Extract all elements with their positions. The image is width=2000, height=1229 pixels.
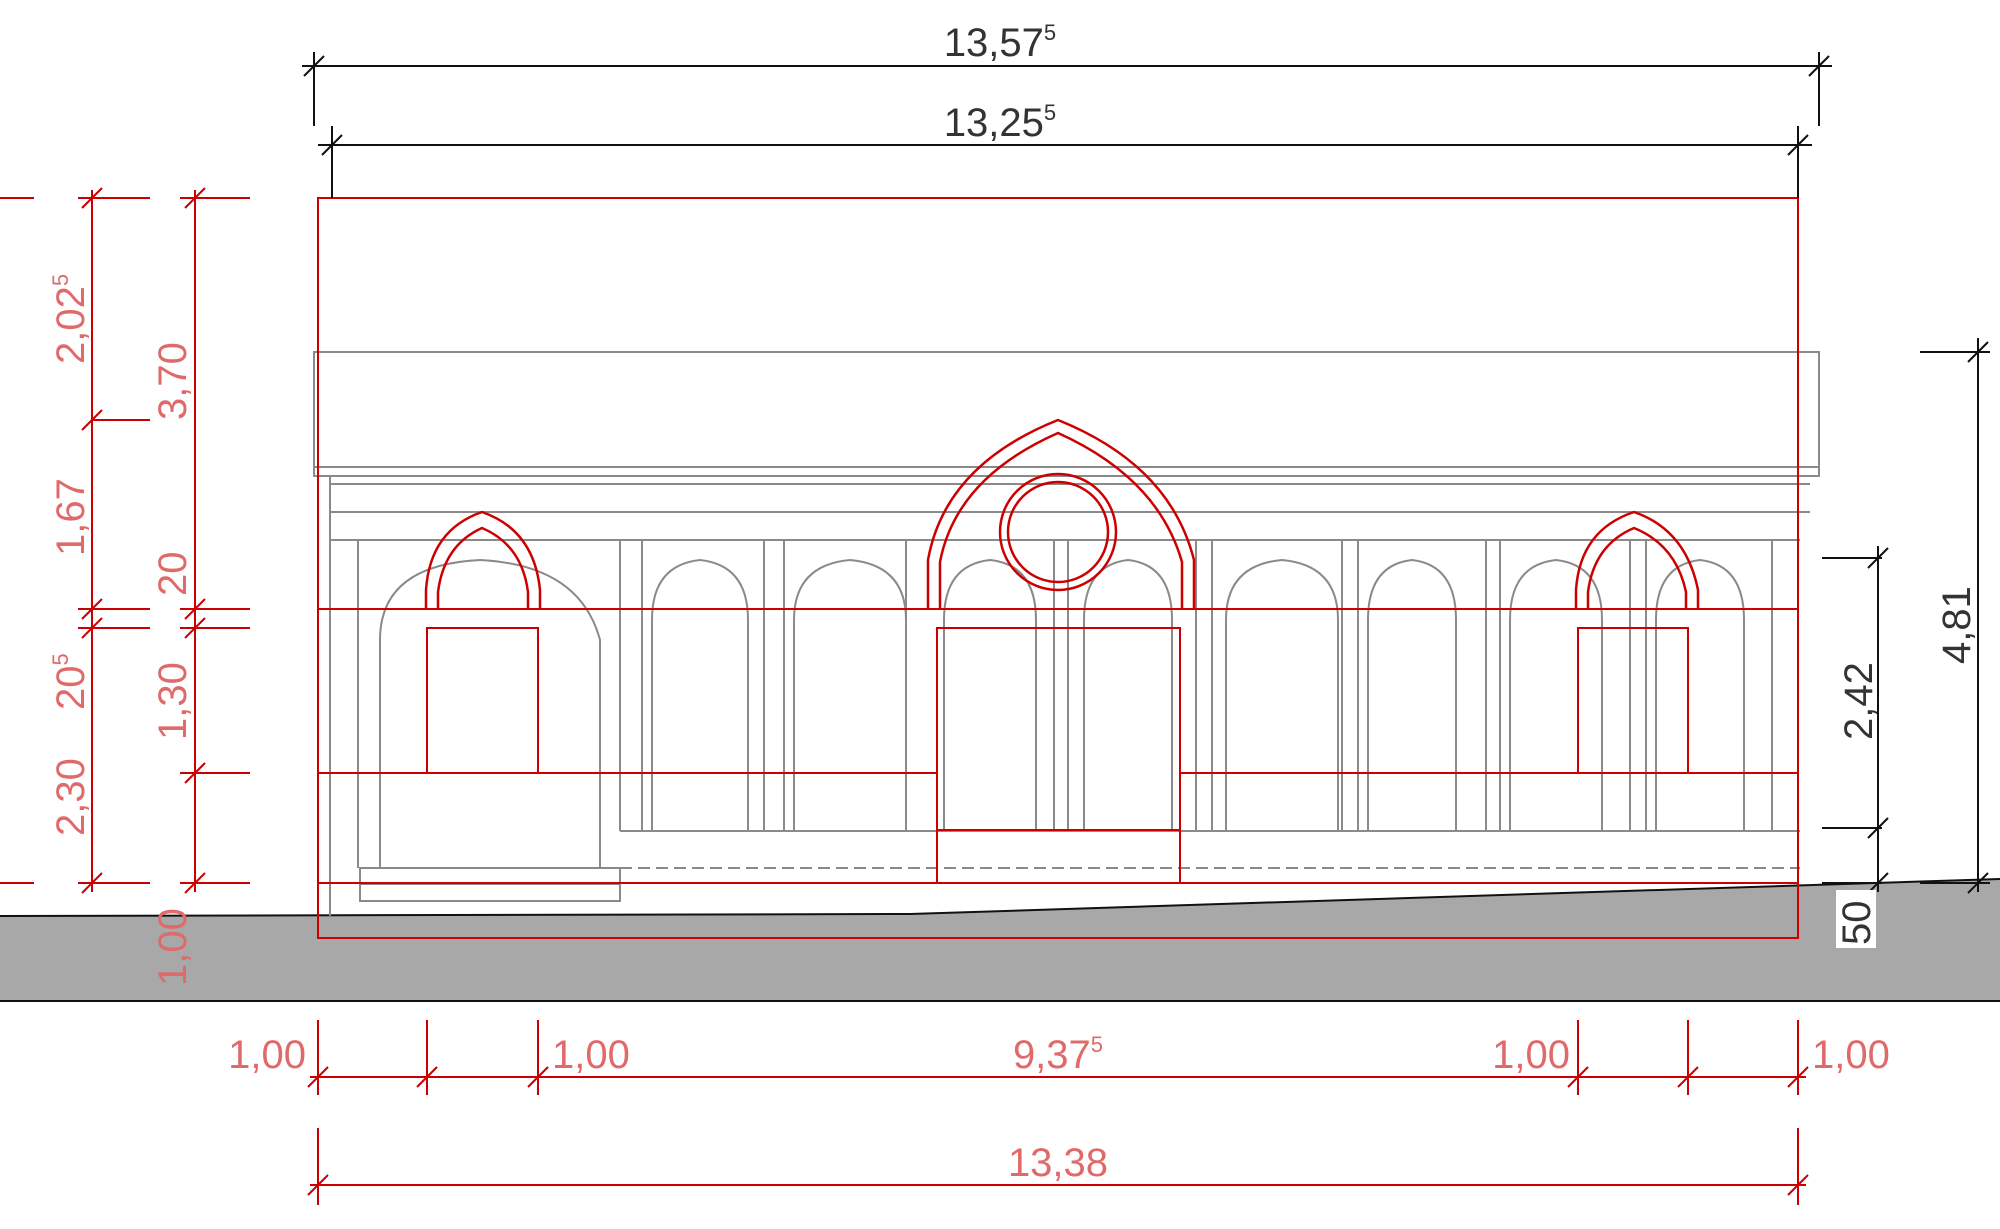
dimension-left-a: 2,025 [48,274,93,364]
dimension-left-c: 205 [48,653,93,710]
dimension-top-inner: 13,255 [944,100,1056,145]
dimension-right-total: 4,81 [1935,586,1979,664]
dimension-bottom-3: 1,00 [1492,1033,1570,1077]
dimension-left-d: 2,30 [49,758,93,836]
dimension-right-b: 50 [1835,901,1879,946]
facade-elevation-drawing: 13,575 13,255 2,025 1,67 205 2,30 3,70 2… [0,20,2000,1205]
dimension-right-a: 2,42 [1837,662,1881,740]
dimension-bottom-total: 13,38 [1008,1141,1108,1185]
proposed-gothic-arches [424,418,1700,609]
dimension-left-g: 1,00 [151,908,195,986]
dimension-left-total: 3,70 [151,342,195,420]
dimension-bottom-2: 1,00 [552,1033,630,1077]
left-dimension-lines [0,187,250,894]
dimension-bottom-mid: 9,375 [1013,1032,1103,1077]
proposed-volume-outline [317,197,1799,939]
dimension-left-f: 1,30 [151,662,195,740]
top-dimension-lines [302,52,1832,198]
dimension-bottom-4: 1,00 [1812,1033,1890,1077]
ground-fill [0,879,2000,1001]
dimension-top-outer: 13,575 [944,20,1056,65]
dimension-left-b: 1,67 [49,478,93,556]
dimension-left-e: 20 [151,552,195,597]
dimension-bottom-1: 1,00 [228,1033,306,1077]
